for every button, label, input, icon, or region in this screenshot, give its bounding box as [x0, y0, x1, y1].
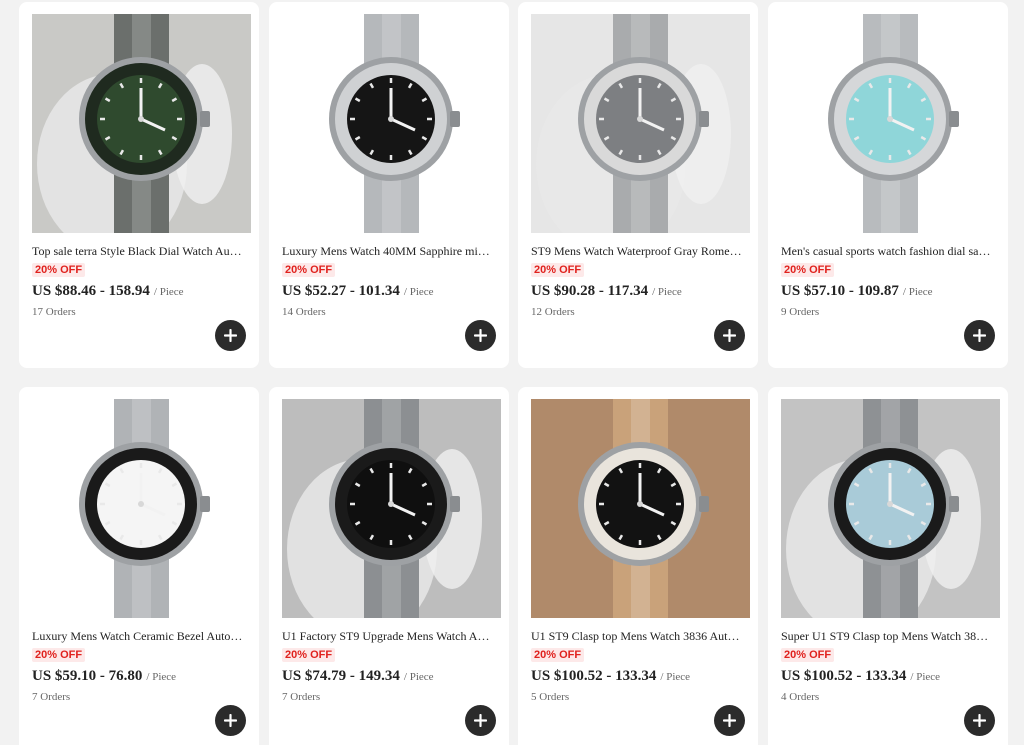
order-count: 5 Orders: [531, 691, 570, 703]
product-card[interactable]: U1 ST9 Clasp top Mens Watch 3836 Aut… 20…: [518, 387, 758, 745]
product-image[interactable]: [781, 399, 1000, 618]
product-price: US $74.79 - 149.34: [282, 668, 400, 684]
price-line: US $57.10 - 109.87 / Piece: [781, 282, 933, 300]
watch-colorful-dial-image: [781, 14, 1000, 233]
plus-icon: [224, 714, 237, 727]
plus-icon: [973, 329, 986, 342]
add-to-cart-button[interactable]: [964, 705, 995, 736]
discount-badge: 20% OFF: [282, 263, 336, 277]
product-card[interactable]: Luxury Mens Watch Ceramic Bezel Auto… 20…: [19, 387, 259, 745]
discount-badge: 20% OFF: [531, 648, 585, 662]
discount-badge: 20% OFF: [282, 648, 336, 662]
order-count: 12 Orders: [531, 306, 575, 318]
add-to-cart-button[interactable]: [964, 320, 995, 351]
price-line: US $90.28 - 117.34 / Piece: [531, 282, 682, 300]
product-grid: Top sale terra Style Black Dial Watch Au…: [0, 0, 1024, 745]
add-to-cart-button[interactable]: [714, 320, 745, 351]
product-card[interactable]: Top sale terra Style Black Dial Watch Au…: [19, 2, 259, 368]
watch-two-tone-chronograph-on-wrist-image: [531, 399, 750, 618]
product-title[interactable]: U1 ST9 Clasp top Mens Watch 3836 Aut…: [531, 629, 747, 644]
add-to-cart-button[interactable]: [215, 705, 246, 736]
product-title[interactable]: Super U1 ST9 Clasp top Mens Watch 38…: [781, 629, 997, 644]
add-to-cart-button[interactable]: [465, 705, 496, 736]
product-title[interactable]: U1 Factory ST9 Upgrade Mens Watch A…: [282, 629, 498, 644]
order-count: 17 Orders: [32, 306, 76, 318]
order-count: 9 Orders: [781, 306, 820, 318]
plus-icon: [723, 714, 736, 727]
discount-badge: 20% OFF: [32, 648, 86, 662]
watch-gray-dial-fluted-bezel-image: [531, 14, 750, 233]
price-unit: / Piece: [153, 286, 184, 298]
product-title[interactable]: Top sale terra Style Black Dial Watch Au…: [32, 244, 248, 259]
product-image[interactable]: [282, 14, 501, 233]
plus-icon: [973, 714, 986, 727]
product-image[interactable]: [531, 14, 750, 233]
product-card[interactable]: Men's casual sports watch fashion dial s…: [768, 2, 1008, 368]
price-line: US $100.52 - 133.34 / Piece: [781, 667, 940, 685]
product-title[interactable]: ST9 Mens Watch Waterproof Gray Rome…: [531, 244, 747, 259]
order-count: 7 Orders: [32, 691, 71, 703]
product-image[interactable]: [32, 14, 251, 233]
product-card[interactable]: Luxury Mens Watch 40MM Sapphire mi… 20% …: [269, 2, 509, 368]
price-unit: / Piece: [403, 286, 434, 298]
price-unit: / Piece: [652, 286, 682, 298]
plus-icon: [474, 714, 487, 727]
price-line: US $74.79 - 149.34 / Piece: [282, 667, 434, 685]
product-image[interactable]: [531, 399, 750, 618]
plus-icon: [474, 329, 487, 342]
price-unit: / Piece: [403, 671, 434, 683]
discount-badge: 20% OFF: [32, 263, 86, 277]
add-to-cart-button[interactable]: [465, 320, 496, 351]
product-card[interactable]: Super U1 ST9 Clasp top Mens Watch 38… 20…: [768, 387, 1008, 745]
price-line: US $52.27 - 101.34 / Piece: [282, 282, 434, 300]
discount-badge: 20% OFF: [781, 263, 835, 277]
product-title[interactable]: Luxury Mens Watch Ceramic Bezel Auto…: [32, 629, 248, 644]
product-price: US $100.52 - 133.34: [781, 668, 907, 684]
price-unit: / Piece: [660, 671, 691, 683]
product-price: US $52.27 - 101.34: [282, 283, 400, 299]
order-count: 4 Orders: [781, 691, 820, 703]
watch-ice-blue-chronograph-image: [781, 399, 1000, 618]
price-unit: / Piece: [146, 671, 177, 683]
product-card[interactable]: ST9 Mens Watch Waterproof Gray Rome… 20%…: [518, 2, 758, 368]
discount-badge: 20% OFF: [781, 648, 835, 662]
product-price: US $90.28 - 117.34: [531, 283, 649, 299]
watch-green-dial-mesh-strap-image: [32, 14, 251, 233]
add-to-cart-button[interactable]: [215, 320, 246, 351]
watch-black-dial-steel-image: [282, 14, 501, 233]
price-line: US $100.52 - 133.34 / Piece: [531, 667, 690, 685]
product-title[interactable]: Luxury Mens Watch 40MM Sapphire mi…: [282, 244, 498, 259]
product-image[interactable]: [781, 14, 1000, 233]
price-unit: / Piece: [910, 671, 941, 683]
price-unit: / Piece: [902, 286, 933, 298]
product-price: US $59.10 - 76.80: [32, 668, 143, 684]
product-card[interactable]: U1 Factory ST9 Upgrade Mens Watch A… 20%…: [269, 387, 509, 745]
product-title[interactable]: Men's casual sports watch fashion dial s…: [781, 244, 997, 259]
product-price: US $88.46 - 158.94: [32, 283, 150, 299]
product-price: US $100.52 - 133.34: [531, 668, 657, 684]
price-line: US $59.10 - 76.80 / Piece: [32, 667, 176, 685]
watch-black-diver-image: [282, 399, 501, 618]
plus-icon: [723, 329, 736, 342]
discount-badge: 20% OFF: [531, 263, 585, 277]
price-line: US $88.46 - 158.94 / Piece: [32, 282, 184, 300]
product-image[interactable]: [32, 399, 251, 618]
order-count: 14 Orders: [282, 306, 326, 318]
product-price: US $57.10 - 109.87: [781, 283, 899, 299]
plus-icon: [224, 329, 237, 342]
watch-white-chronograph-image: [32, 399, 251, 618]
add-to-cart-button[interactable]: [714, 705, 745, 736]
order-count: 7 Orders: [282, 691, 321, 703]
product-image[interactable]: [282, 399, 501, 618]
